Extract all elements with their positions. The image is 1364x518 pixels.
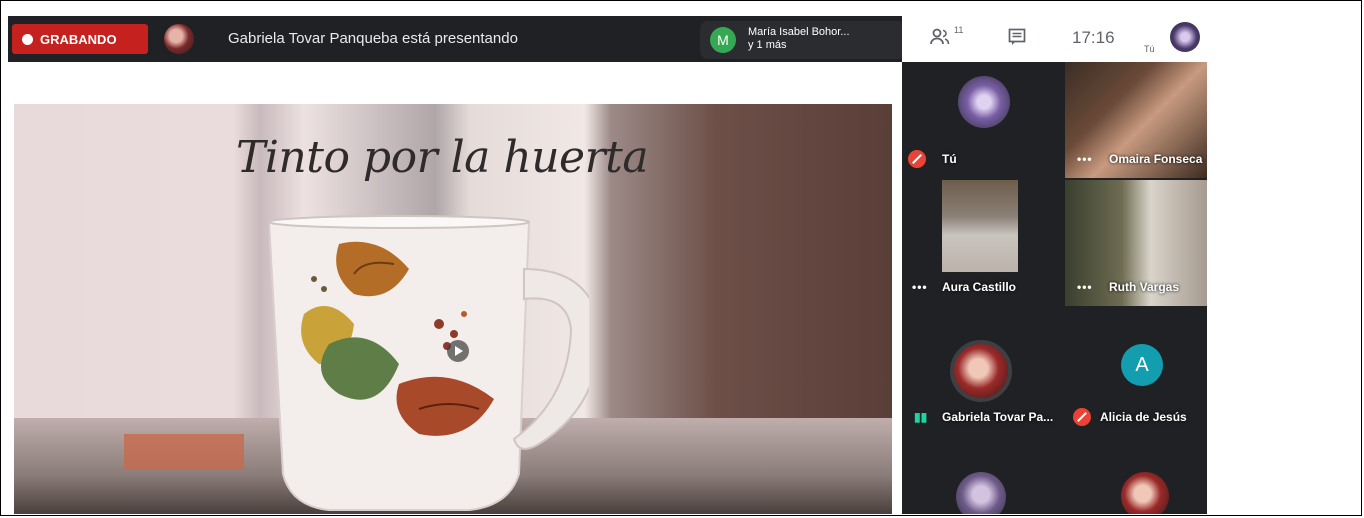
more-dots-icon[interactable]: ••• — [912, 280, 928, 294]
participant-tile[interactable]: A Alicia de Jesús — [1065, 320, 1207, 432]
chat-icon[interactable] — [1008, 28, 1026, 51]
host-name: María Isabel Bohor... y 1 más — [748, 26, 850, 52]
participant-name: Tú — [942, 152, 957, 166]
shared-slide: Tinto por la huerta — [14, 104, 892, 514]
more-dots-icon[interactable]: ••• — [1077, 280, 1093, 294]
participant-tile[interactable]: ••• Omaira Fonseca — [1065, 62, 1207, 178]
participant-avatar — [1121, 472, 1169, 514]
speaking-icon: ▮▮ — [914, 410, 928, 424]
participant-avatar: A — [1121, 344, 1163, 386]
meeting-clock: 17:16 — [1072, 28, 1115, 47]
presenter-avatar — [164, 24, 194, 54]
slide-title: Tinto por la huerta — [236, 132, 649, 183]
participant-tile[interactable]: ••• Aura Castillo — [902, 180, 1062, 306]
participant-name: Gabriela Tovar Pa... — [942, 410, 1054, 424]
participant-video — [942, 180, 1018, 272]
recording-badge[interactable]: GRABANDO — [12, 24, 148, 54]
self-label: Tú — [1144, 44, 1155, 54]
host-name-line1: María Isabel Bohor... — [748, 26, 850, 38]
participant-tile[interactable] — [1065, 462, 1207, 514]
recording-label: GRABANDO — [40, 31, 117, 47]
participant-avatar — [956, 472, 1006, 514]
meeting-top-bar: GRABANDO Gabriela Tovar Panqueba está pr… — [8, 16, 906, 62]
more-dots-icon[interactable]: ••• — [1077, 152, 1093, 166]
participant-name: Aura Castillo — [942, 280, 1017, 294]
pinned-participant-chip[interactable]: M María Isabel Bohor... y 1 más — [700, 21, 906, 59]
participant-tile[interactable]: ••• Ruth Vargas — [1065, 180, 1207, 306]
presentation-stage: Tinto por la huerta — [8, 62, 902, 514]
people-icon[interactable] — [930, 28, 950, 51]
host-name-line2: y 1 más — [748, 39, 787, 51]
participant-tile[interactable]: Tú — [902, 62, 1062, 178]
self-avatar[interactable] — [1170, 22, 1200, 52]
participant-tile[interactable]: ▮▮ Gabriela Tovar Pa... — [902, 320, 1062, 432]
participant-name: Omaira Fonseca — [1109, 152, 1203, 166]
participant-avatar — [958, 76, 1010, 128]
participant-grid: Tú ••• Omaira Fonseca ••• Aura Castillo … — [902, 62, 1207, 514]
presenting-status: Gabriela Tovar Panqueba está presentando — [228, 30, 518, 47]
play-icon[interactable] — [447, 340, 469, 362]
slide-background-object — [124, 434, 244, 470]
mic-off-icon — [908, 150, 926, 168]
people-count: 11 — [954, 25, 964, 35]
participant-avatar — [950, 340, 1012, 402]
mic-off-icon — [1073, 408, 1091, 426]
participant-name: Ruth Vargas — [1109, 280, 1180, 294]
side-controls: 11 17:16 Tú — [902, 16, 1207, 62]
host-avatar: M — [710, 27, 736, 53]
participant-name: Alicia de Jesús — [1100, 410, 1187, 424]
record-dot-icon — [22, 33, 33, 45]
cup-illustration — [269, 215, 589, 511]
participant-tile[interactable] — [902, 462, 1062, 514]
